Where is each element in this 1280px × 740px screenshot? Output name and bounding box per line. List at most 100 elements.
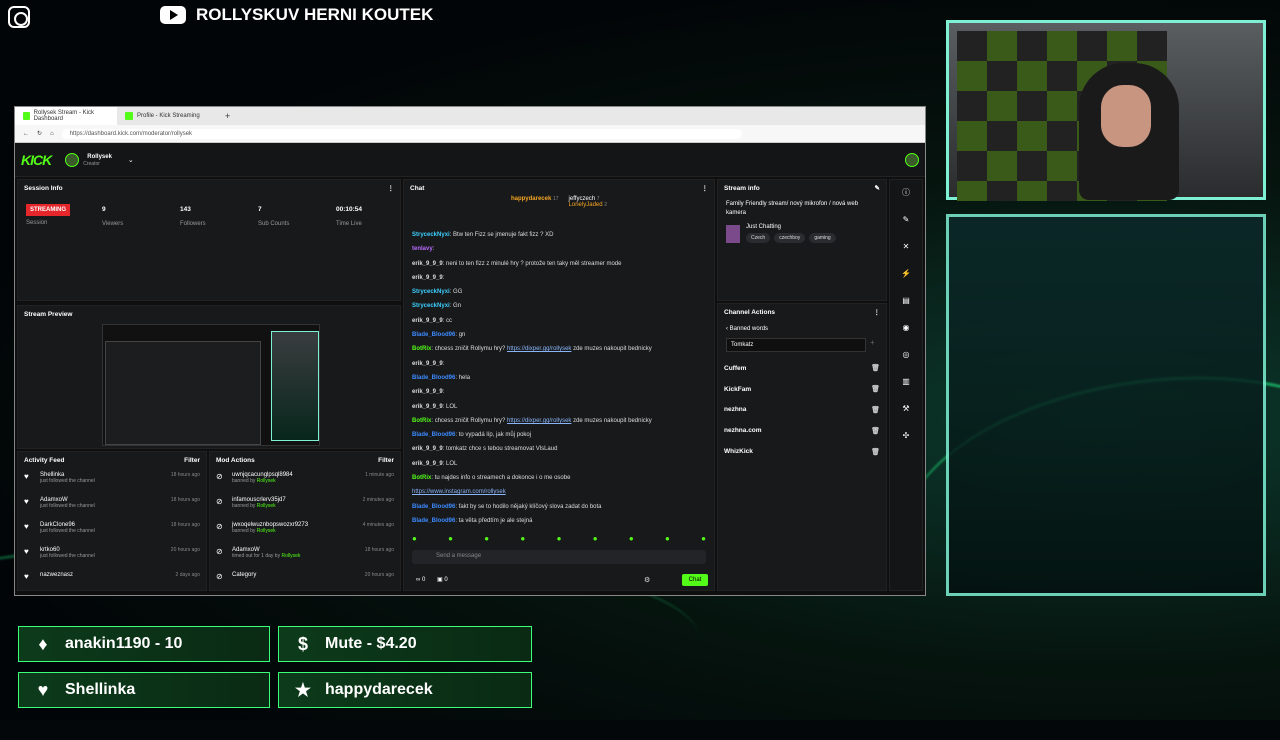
chat-username[interactable]: erik_9_9_9 (412, 261, 443, 267)
clipboard-icon[interactable]: ▤ (900, 295, 912, 307)
emote-icon[interactable]: ● (629, 534, 634, 543)
chat-username[interactable]: BotRix (412, 418, 431, 424)
tag[interactable]: czechboy (774, 233, 806, 243)
info-icon[interactable]: ⓘ (900, 187, 912, 199)
kick-logo[interactable]: KICK (21, 152, 52, 168)
chat-message: BotRix: tu najdes info o streamech a dok… (412, 475, 571, 482)
browser-tab[interactable]: Rollysek Stream - Kick Dashboard (15, 107, 117, 125)
more-icon[interactable]: ⋮ (702, 184, 709, 192)
home-icon[interactable]: ⌂ (50, 131, 54, 137)
secondary-frame (946, 214, 1266, 596)
status-label: Session (26, 220, 48, 226)
lightning-icon[interactable]: ⚡ (900, 268, 912, 280)
chat-username[interactable]: BotRix (412, 346, 431, 352)
more-icon[interactable]: ⋮ (874, 308, 881, 316)
emote-icon[interactable]: ● (448, 534, 453, 543)
banned-word-input[interactable]: Tomkatz (726, 338, 866, 352)
chat-username[interactable]: erik_9_9_9 (412, 389, 443, 395)
chat-send-button[interactable]: Chat (682, 574, 708, 586)
chat-username[interactable]: erik_9_9_9 (412, 318, 443, 324)
chevron-down-icon[interactable]: ⌄ (128, 156, 134, 164)
chat-username[interactable]: StryceckNyxi (412, 303, 450, 309)
list-item[interactable]: ⊘ AdamxoW timed out for 1 day by Rollysek 1… (210, 543, 400, 568)
settings-icon[interactable]: ⚙ (644, 576, 650, 584)
chat-text: LOL (446, 403, 458, 410)
trash-icon[interactable]: 🗑 (871, 364, 880, 372)
emote-icon[interactable]: ● (412, 534, 417, 543)
emote-icon[interactable]: ● (557, 534, 562, 543)
chat-username[interactable]: erik_9_9_9 (412, 361, 443, 367)
emote-icon[interactable]: ● (665, 534, 670, 543)
url-field[interactable]: https://dashboard.kick.com/moderator/rol… (61, 128, 742, 139)
chat-message: Blade_Blood96: hela (412, 374, 471, 381)
edit-icon[interactable]: ✎ (900, 214, 912, 226)
list-item[interactable]: ♥ nazweznasz 2 days ago (18, 568, 206, 590)
chat-username[interactable]: Blade_Blood96 (412, 332, 455, 338)
chat-username[interactable]: StryceckNyxi (412, 232, 450, 238)
list-item[interactable]: ⊘ infamouscrlerv35jd7 banned by Rollysek 2 … (210, 493, 400, 518)
list-item[interactable]: ♥ krtko60 just followed the channel 20 hour… (18, 543, 206, 568)
chat-username[interactable]: StryceckNyxi (412, 289, 450, 295)
chat-link[interactable]: https://dixper.gg/rollysek (507, 418, 571, 424)
trash-icon[interactable]: 🗑 (871, 385, 880, 393)
stream-preview-video[interactable] (102, 324, 320, 446)
activity-list: ♥ Shellinka just followed the channel 18 ho… (18, 468, 206, 590)
chat-username[interactable]: erik_9_9_9 (412, 275, 443, 281)
more-icon[interactable]: ⋮ (388, 184, 395, 192)
stop-icon[interactable]: ✕ (900, 241, 912, 253)
back-icon[interactable]: ← (23, 131, 29, 137)
chat-username[interactable]: Blade_Blood96 (412, 375, 455, 381)
add-icon[interactable]: + (870, 338, 875, 352)
chat-icon[interactable]: ◉ (900, 322, 912, 334)
activity-filter-button[interactable]: Filter (184, 457, 200, 464)
reload-icon[interactable]: ↻ (37, 130, 42, 137)
list-item[interactable]: ⊘ Category 20 hours ago (210, 568, 400, 590)
list-item[interactable]: ⊘ jwxoqelwuznbopswozxr9273 banned by Rolly… (210, 518, 400, 543)
list-item[interactable]: ⊘ uwnjqcacunglpsql8984 banned by Rollysek 1… (210, 468, 400, 493)
banned-words-back[interactable]: ‹ Banned words (718, 320, 886, 338)
emote-icon[interactable]: ● (484, 534, 489, 543)
chat-link[interactable]: https://dixper.gg/rollysek (507, 346, 571, 352)
chat-text: cc (446, 317, 453, 324)
wrench-icon[interactable]: ⚒ (900, 403, 912, 415)
ban-icon: ⊘ (216, 472, 223, 481)
trash-icon[interactable]: 🗑 (871, 406, 880, 414)
list-item[interactable]: ♥ AdamxoW just followed the channel 18 hour… (18, 493, 206, 518)
chat-username[interactable]: erik_9_9_9 (412, 461, 443, 467)
trash-icon[interactable]: 🗑 (871, 448, 880, 456)
browser-tab[interactable]: Profile - Kick Streaming (117, 107, 219, 125)
tag[interactable]: Czech (746, 233, 771, 243)
emote-icon[interactable]: ● (701, 534, 706, 543)
mod-filter-button[interactable]: Filter (378, 457, 394, 464)
alert-bar: $ Mute - $4.20 (278, 626, 532, 662)
chat-link[interactable]: https://www.instagram.com/rollysek (412, 489, 506, 495)
chat-input[interactable]: Send a message (412, 550, 706, 564)
plugin-icon[interactable]: ✣ (900, 430, 912, 442)
chat-username[interactable]: erik_9_9_9 (412, 446, 443, 452)
chat-message: erik_9_9_9: (412, 360, 445, 367)
status-badge: STREAMING (26, 204, 70, 216)
list-item[interactable]: ♥ Shellinka just followed the channel 18 ho… (18, 468, 206, 493)
chat-leaderboard: happydarecek 17 jeffyczech 7 LonelyJaded… (404, 196, 714, 222)
chat-username[interactable]: erik_9_9_9 (412, 404, 443, 410)
new-tab-icon[interactable]: + (219, 111, 230, 121)
chat-username[interactable]: Blade_Blood96 (412, 432, 455, 438)
edit-icon[interactable]: ✎ (875, 184, 880, 192)
chat-username[interactable]: Blade_Blood96 (412, 518, 455, 524)
emote-icon[interactable]: ● (520, 534, 525, 543)
tag[interactable]: gaming (809, 233, 836, 243)
emote-icon[interactable]: ● (593, 534, 598, 543)
list-item[interactable]: ♥ DarkClone96 just followed the channel 18 … (18, 518, 206, 543)
broadcast-icon[interactable]: ◎ (900, 349, 912, 361)
session-info-panel: Session Info ⋮ STREAMING Session 9 Viewers … (17, 179, 401, 301)
time-live-label: Time Live (336, 221, 362, 227)
storage-icon[interactable]: ▥ (900, 376, 912, 388)
mod-user: Category (232, 572, 257, 578)
chat-username[interactable]: BotRix (412, 475, 431, 481)
user-avatar[interactable] (905, 152, 919, 167)
avatar[interactable] (65, 152, 80, 167)
chat-username[interactable]: tenlavy (412, 246, 433, 252)
activity-time: 18 hours ago (170, 497, 200, 503)
trash-icon[interactable]: 🗑 (871, 427, 880, 435)
chat-username[interactable]: Blade_Blood96 (412, 504, 455, 510)
